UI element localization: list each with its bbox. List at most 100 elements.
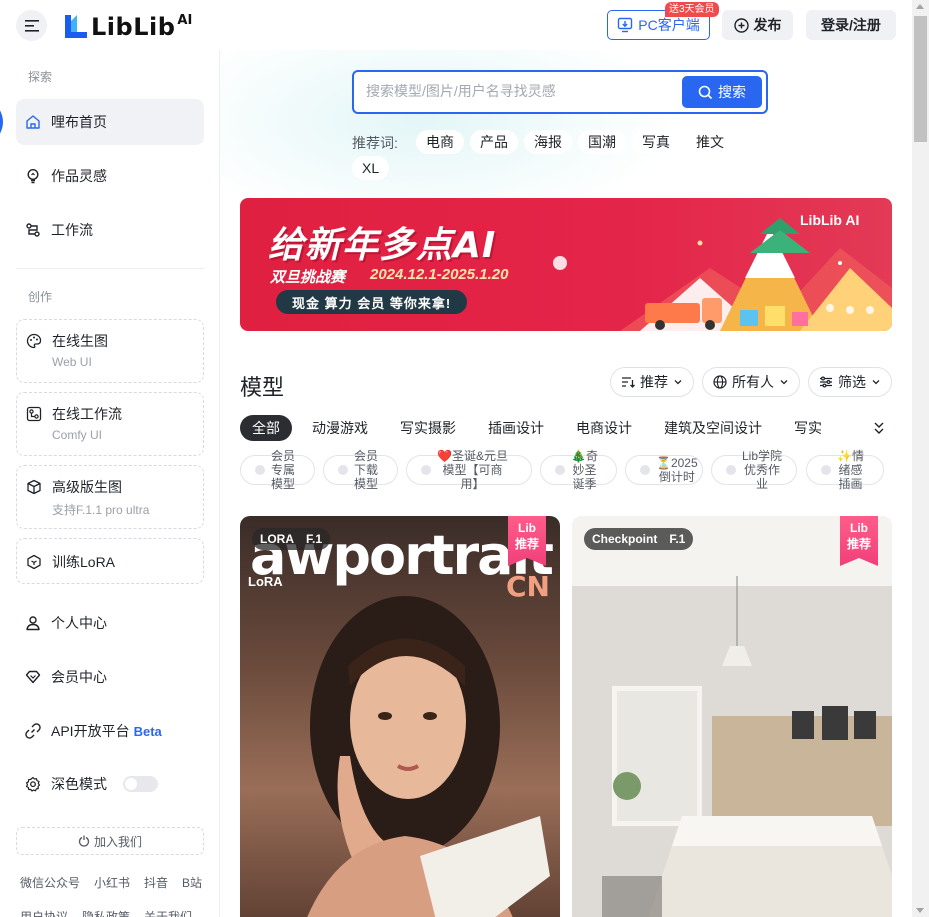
sidebar-item-personal-center[interactable]: 个人中心 bbox=[16, 600, 204, 646]
beta-badge: Beta bbox=[133, 724, 162, 739]
search-button[interactable]: 搜索 bbox=[682, 76, 762, 108]
sidebar-item-label: 哩布首页 bbox=[51, 114, 107, 130]
sidebar-item-home[interactable]: 哩布首页 bbox=[16, 99, 204, 145]
footer-link-bilibili[interactable]: B站 bbox=[182, 874, 202, 891]
filter-sliders-icon bbox=[820, 376, 832, 388]
nodes-icon bbox=[26, 406, 42, 422]
sort-dropdown[interactable]: 推荐 bbox=[610, 367, 694, 397]
model-cover-image bbox=[572, 516, 892, 917]
sidebar-item-label: 深色模式 bbox=[51, 776, 107, 792]
category-tab-all[interactable]: 全部 bbox=[240, 415, 292, 441]
model-type-badge: LORA F.1 bbox=[252, 528, 331, 550]
sidebar-card-sublabel: 支持F.1.1 pro ultra bbox=[52, 503, 150, 517]
footer-link-douyin[interactable]: 抖音 bbox=[144, 874, 168, 891]
sidebar-item-inspiration[interactable]: 作品灵感 bbox=[16, 153, 204, 199]
sub-tag-member-exclusive[interactable]: 会员 专属 模型 bbox=[240, 449, 315, 491]
rec-line1: Lib bbox=[850, 521, 868, 535]
top-header: LibLib AI PC客户端 送3天会员 发布 登录/注册 bbox=[0, 0, 912, 50]
social-links: 微信公众号 小红书 抖音 B站 bbox=[20, 874, 202, 891]
filter-label: 筛选 bbox=[838, 374, 866, 390]
category-tab[interactable]: 建筑及空间设计 bbox=[652, 415, 774, 441]
sidebar-card-train-lora[interactable]: 训练LoRA bbox=[16, 538, 204, 584]
model-base-label: F.1 bbox=[306, 532, 323, 546]
banner-dates: 2024.12.1-2025.1.20 bbox=[370, 266, 509, 283]
tree-icon: 🎄 bbox=[571, 449, 586, 463]
model-card[interactable]: Checkpoint F.1 Lib 推荐 bbox=[572, 516, 892, 917]
footer-link-xiaohongshu[interactable]: 小红书 bbox=[94, 874, 130, 891]
recommend-tag[interactable]: XL bbox=[352, 156, 390, 180]
recommend-tag[interactable]: 国潮 bbox=[578, 130, 626, 154]
sidebar-item-label: 个人中心 bbox=[51, 615, 107, 631]
sidebar-section-create: 创作 bbox=[28, 290, 53, 304]
sub-tag-christmas-models[interactable]: ❤️圣诞&元旦 模型【可商 用】 bbox=[406, 449, 532, 491]
sidebar-item-label: 会员中心 bbox=[51, 669, 107, 685]
sidebar-card-label: 高级版生图 bbox=[52, 479, 122, 495]
model-card[interactable]: awportrait CN LoRA LORA F.1 Lib 推荐 bbox=[240, 516, 560, 917]
liblib-logo[interactable]: LibLib AI bbox=[63, 11, 192, 39]
footer-link-user-agreement[interactable]: 用户协议 bbox=[20, 908, 68, 917]
sidebar-card-online-generate[interactable]: 在线生图 Web UI bbox=[16, 319, 204, 383]
banner-prize-pill: 现金 算力 会员 等你来拿! bbox=[276, 290, 468, 314]
sub-tag-lib-academy[interactable]: Lib学院 优秀作 业 bbox=[711, 449, 797, 491]
scrollbar-thumb[interactable] bbox=[914, 16, 927, 142]
sidebar-item-workflow[interactable]: 工作流 bbox=[16, 207, 204, 253]
category-tab[interactable]: 插画设计 bbox=[476, 415, 556, 441]
category-tab[interactable]: 动漫游戏 bbox=[300, 415, 380, 441]
sidebar-card-advanced-generate[interactable]: 高级版生图 支持F.1.1 pro ultra bbox=[16, 465, 204, 529]
sub-tag-member-download[interactable]: 会员 下载 模型 bbox=[323, 449, 398, 491]
sub-tag-christmas-season[interactable]: 🎄奇 妙圣 诞季 bbox=[540, 449, 617, 491]
bulb-icon bbox=[27, 168, 39, 184]
tag-dot-icon bbox=[338, 465, 348, 475]
recommended-words-label: 推荐词: bbox=[352, 135, 398, 151]
api-label: API开放平台 bbox=[51, 723, 130, 739]
menu-toggle-button[interactable] bbox=[16, 10, 47, 41]
palette-icon bbox=[26, 333, 42, 349]
join-us-button[interactable]: 加入我们 bbox=[16, 827, 204, 855]
owner-dropdown[interactable]: 所有人 bbox=[702, 367, 800, 397]
sidebar-item-label: 工作流 bbox=[51, 222, 93, 238]
sidebar-card-label: 训练LoRA bbox=[52, 554, 116, 570]
recommend-tag[interactable]: 推文 bbox=[686, 130, 734, 154]
sidebar-card-online-workflow[interactable]: 在线工作流 Comfy UI bbox=[16, 392, 204, 456]
search-input[interactable] bbox=[366, 83, 676, 99]
model-type-label: Checkpoint bbox=[592, 532, 658, 546]
banner-title: 给新年多点AI bbox=[268, 225, 497, 266]
sidebar-card-label: 在线生图 bbox=[52, 333, 108, 349]
sidebar-item-member-center[interactable]: 会员中心 bbox=[16, 654, 204, 700]
recommend-tag[interactable]: 电商 bbox=[416, 130, 464, 154]
sub-tag-label: 🎄奇 妙圣 诞季 bbox=[571, 449, 598, 491]
promo-banner[interactable]: 给新年多点AI 双旦挑战赛 2024.12.1-2025.1.20 现金 算力 … bbox=[240, 198, 892, 331]
recommend-tag[interactable]: 写真 bbox=[632, 130, 680, 154]
scroll-up-arrow-icon[interactable] bbox=[916, 4, 924, 9]
scroll-down-arrow-icon[interactable] bbox=[916, 908, 924, 913]
login-register-button[interactable]: 登录/注册 bbox=[806, 10, 896, 40]
globe-icon bbox=[713, 375, 727, 389]
publish-button[interactable]: 发布 bbox=[722, 10, 793, 40]
sub-tag-emotional-illustration[interactable]: ✨情 绪感 插画 bbox=[806, 449, 884, 491]
sub-tag-2025-countdown[interactable]: ⏳2025 倒计时 bbox=[625, 455, 703, 485]
dark-mode-toggle[interactable] bbox=[123, 776, 158, 792]
double-chevron-down-icon[interactable] bbox=[872, 420, 886, 436]
recommend-tag[interactable]: 海报 bbox=[524, 130, 572, 154]
pc-client-label: PC客户端 bbox=[638, 17, 700, 33]
tag-dot-icon bbox=[255, 465, 265, 475]
sidebar-item-label: 作品灵感 bbox=[51, 168, 107, 184]
tag-dot-icon bbox=[821, 465, 831, 475]
publish-label: 发布 bbox=[753, 17, 782, 33]
footer-link-wechat[interactable]: 微信公众号 bbox=[20, 874, 80, 891]
sparkle-icon: ✨ bbox=[837, 449, 852, 463]
hourglass-icon: ⏳ bbox=[656, 456, 671, 470]
footer-link-about[interactable]: 关于我们 bbox=[144, 908, 192, 917]
page-scrollbar[interactable] bbox=[912, 0, 929, 917]
recommend-tag[interactable]: 产品 bbox=[470, 130, 518, 154]
category-tab[interactable]: 写实摄影 bbox=[388, 415, 468, 441]
category-tab[interactable]: 写实 bbox=[782, 415, 834, 441]
tag-dot-icon bbox=[421, 465, 431, 475]
sort-icon bbox=[622, 377, 635, 388]
chevron-down-icon bbox=[780, 380, 788, 385]
hexagon-icon bbox=[27, 554, 41, 570]
sidebar-item-api-platform[interactable]: API开放平台 Beta bbox=[16, 708, 204, 754]
category-tab[interactable]: 电商设计 bbox=[564, 415, 644, 441]
filter-dropdown[interactable]: 筛选 bbox=[808, 367, 892, 397]
footer-link-privacy[interactable]: 隐私政策 bbox=[82, 908, 130, 917]
